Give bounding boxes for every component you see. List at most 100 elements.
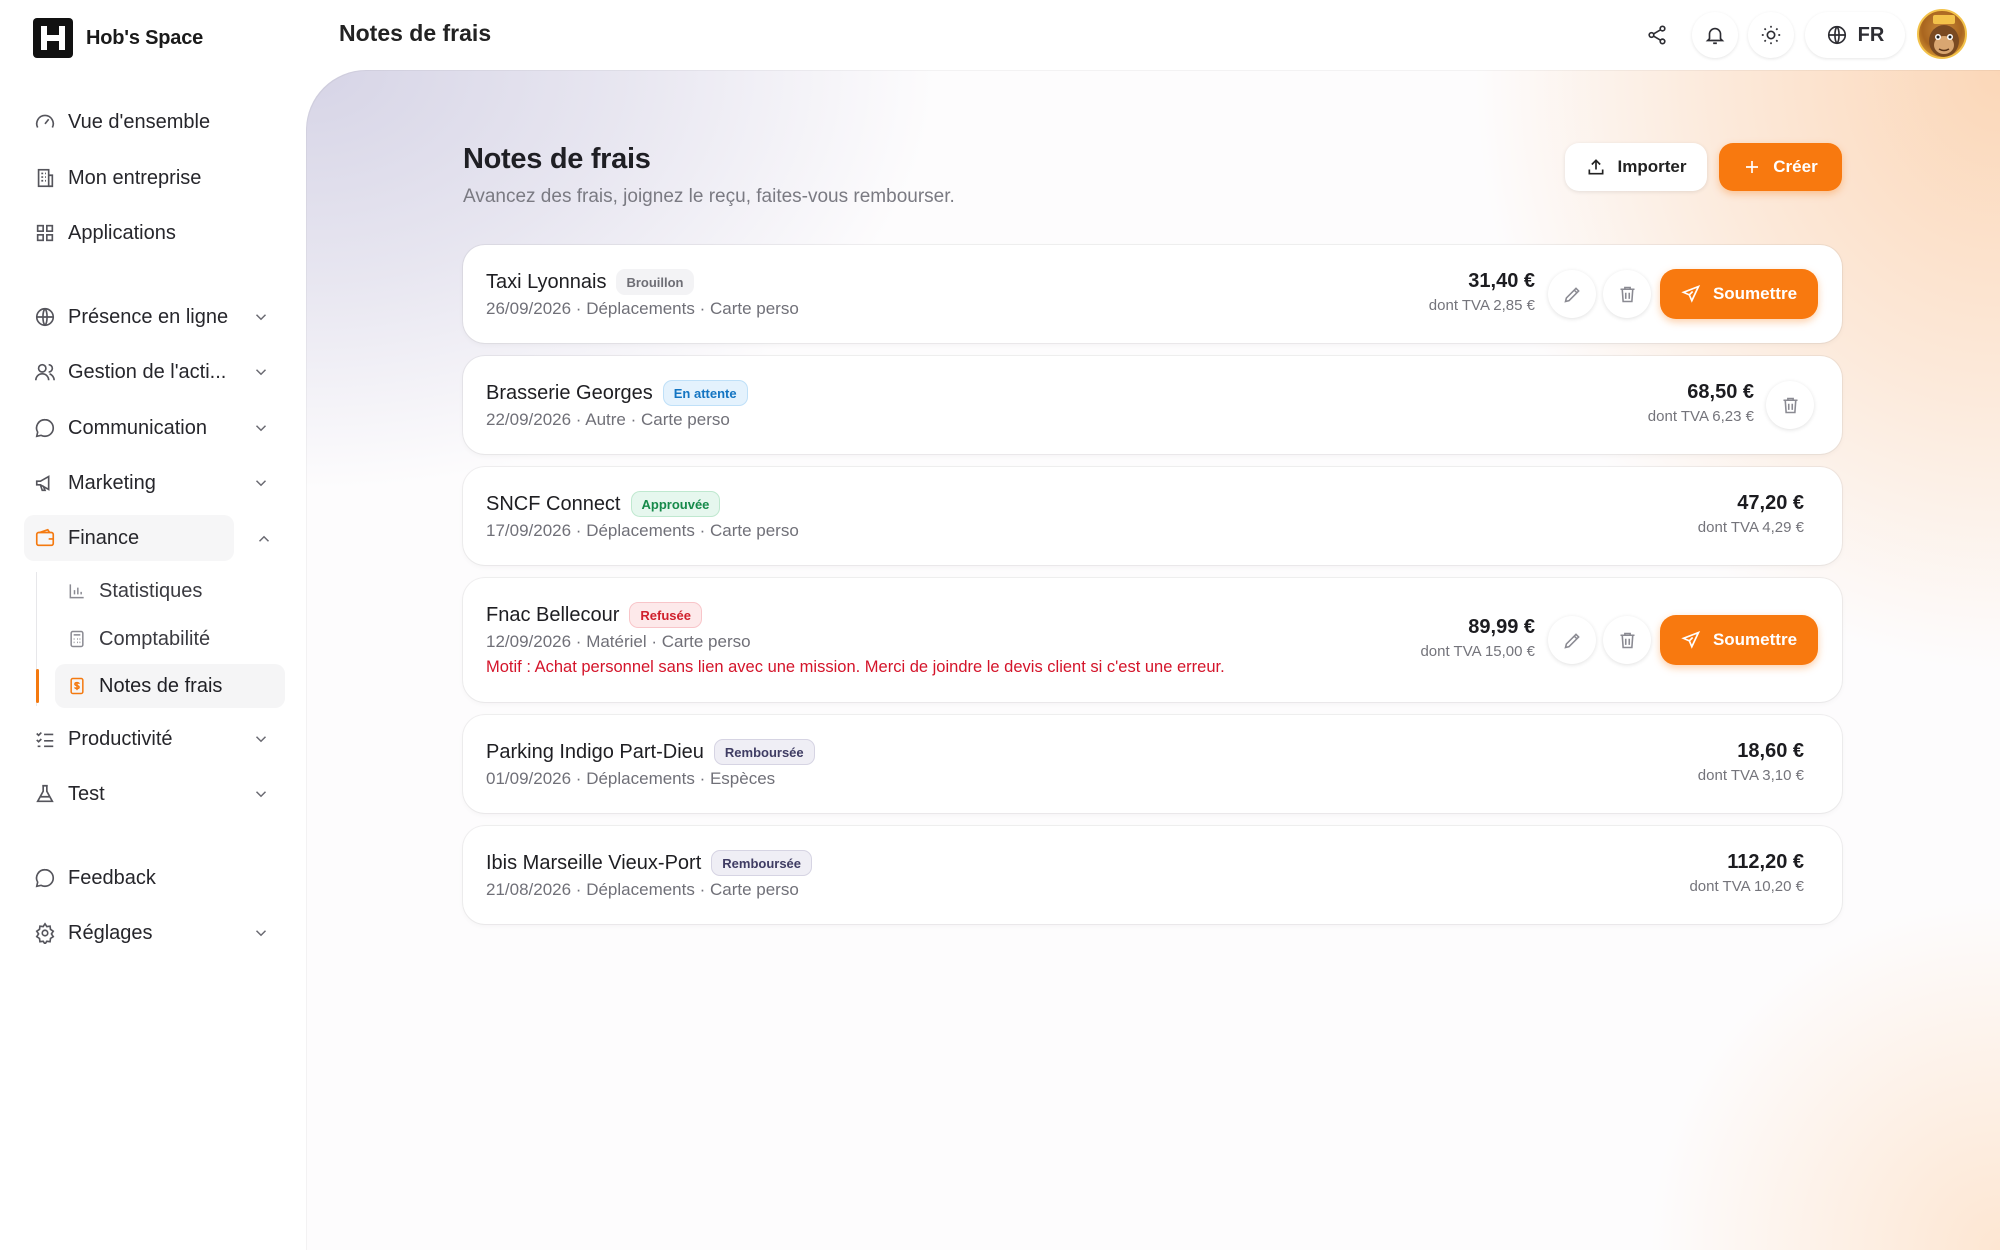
sidebar-item-label: Marketing [68,471,156,494]
expense-meta: 17/09/2026 · Déplacements · Carte perso [486,521,799,540]
submit-button[interactable]: Soumettre [1660,615,1818,665]
expense-tva: dont TVA 15,00 € [1420,643,1535,660]
pencil-icon [1563,632,1580,649]
avatar[interactable] [1917,9,1967,59]
submit-label: Soumettre [1712,284,1798,303]
sidebar-subitem-accounting[interactable]: Comptabilité [55,617,285,661]
delete-button[interactable] [1603,270,1651,318]
trash-icon [1620,286,1634,302]
expense-merchant: Fnac Bellecour [486,603,620,626]
import-button[interactable]: Importer [1565,143,1707,191]
status-badge: Remboursée [713,739,815,765]
chat-icon [35,868,54,888]
sidebar-subitem-label: Notes de frais [99,674,223,697]
expense-merchant: Ibis Marseille Vieux-Port [486,851,702,874]
pencil-icon [1563,286,1580,303]
users-icon [35,363,55,381]
expense-amount: 112,20 € dont TVA 10,20 € [1689,851,1804,895]
expense-card[interactable]: Brasserie Georges En attente 22/09/2026 … [463,356,1842,454]
sidebar-item-finance[interactable]: Finance [24,515,234,561]
sidebar-item-label: Mon entreprise [68,166,202,189]
gear-icon [35,922,55,944]
expense-tva: dont TVA 6,23 € [1647,408,1754,425]
brand[interactable]: Hob's Space [33,18,203,58]
sidebar-item-label: Applications [68,221,176,244]
sidebar-item-settings[interactable]: Réglages [24,910,284,956]
expense-merchant: SNCF Connect [486,492,621,515]
expense-amount: 31,40 € dont TVA 2,85 € [1429,270,1535,314]
receipt-icon [70,677,84,695]
sidebar-item-test[interactable]: Test [24,771,284,817]
sidebar-subitem-label: Comptabilité [99,627,211,650]
calculator-icon [70,630,84,648]
sidebar-item-company[interactable]: Mon entreprise [24,155,284,201]
expense-card[interactable]: Fnac Bellecour Refusée 12/09/2026 · Maté… [463,578,1842,702]
checklist-icon [36,731,54,748]
expense-meta: 12/09/2026 · Matériel · Carte perso [486,632,751,651]
expense-meta: 21/08/2026 · Déplacements · Carte perso [486,880,799,899]
chevron-down-icon [255,425,267,432]
expense-card[interactable]: Taxi Lyonnais Brouillon 26/09/2026 · Dép… [463,245,1842,343]
sidebar-item-productivity[interactable]: Productivité [24,716,284,762]
grid-icon [36,224,54,242]
sidebar-item-overview[interactable]: Vue d'ensemble [24,99,284,145]
sidebar-item-label: Gestion de l'acti... [68,360,227,383]
notifications-button[interactable] [1692,12,1738,58]
sidebar-subitem-statistics[interactable]: Statistiques [55,569,285,613]
sidebar-item-online-presence[interactable]: Présence en ligne [24,294,284,340]
sidebar-subitem-label: Statistiques [99,579,203,602]
sidebar-item-label: Test [68,782,105,805]
expense-card[interactable]: SNCF Connect Approuvée 17/09/2026 · Dépl… [463,467,1842,565]
chevron-down-icon [255,369,267,376]
sidebar-item-applications[interactable]: Applications [24,210,284,256]
bar-chart-icon [69,584,84,599]
share-icon [1648,25,1666,45]
chevron-up-icon[interactable] [255,530,273,548]
megaphone-icon [35,475,50,492]
edit-button[interactable] [1548,270,1596,318]
expense-amount: 68,50 € dont TVA 6,23 € [1648,381,1754,425]
building-icon [37,168,54,188]
globe-icon [35,307,55,327]
chevron-down-icon [255,480,267,487]
sidebar-item-label: Présence en ligne [68,305,229,328]
sidebar-item-communication[interactable]: Communication [24,405,284,451]
sidebar-item-marketing[interactable]: Marketing [24,460,284,506]
edit-button[interactable] [1548,616,1596,664]
sidebar-item-activity[interactable]: Gestion de l'acti... [24,349,284,395]
brand-logo-icon [33,18,73,58]
sidebar-item-feedback[interactable]: Feedback [24,855,284,901]
expense-amount: 18,60 € dont TVA 3,10 € [1698,740,1804,784]
topbar-title: Notes de frais [339,20,492,46]
expense-tva: dont TVA 4,29 € [1697,519,1804,536]
plus-icon [1746,161,1759,173]
expense-card[interactable]: Ibis Marseille Vieux-Port Remboursée 21/… [463,826,1842,924]
expense-total: 47,20 € [1737,492,1804,514]
expense-total: 68,50 € [1687,381,1754,403]
delete-button[interactable] [1766,381,1814,429]
sidebar-subitem-expenses[interactable]: Notes de frais [55,664,285,708]
sidebar-item-label: Feedback [68,866,156,889]
chevron-down-icon [255,791,267,798]
expense-card[interactable]: Parking Indigo Part-Dieu Remboursée 01/0… [463,715,1842,813]
expense-total: 18,60 € [1737,740,1804,762]
expense-amount: 47,20 € dont TVA 4,29 € [1698,492,1804,536]
expense-meta: 01/09/2026 · Déplacements · Espèces [486,769,776,788]
page-subtitle: Avancez des frais, joignez le reçu, fait… [463,186,955,207]
chevron-down-icon [255,930,267,937]
language-button[interactable]: FR [1805,12,1905,58]
expense-amount: 89,99 € dont TVA 15,00 € [1420,616,1535,660]
expense-meta: 26/09/2026 · Déplacements · Carte perso [486,299,799,318]
share-button[interactable] [1634,12,1680,58]
status-badge: Remboursée [711,850,813,876]
sun-icon [1761,25,1781,45]
submit-label: Soumettre [1712,630,1798,649]
theme-toggle-button[interactable] [1748,12,1794,58]
create-button[interactable]: Créer [1719,143,1842,191]
active-indicator [36,669,39,703]
expense-merchant: Parking Indigo Part-Dieu [486,740,704,763]
status-badge: En attente [662,380,748,406]
expense-merchant: Brasserie Georges [486,381,653,404]
delete-button[interactable] [1603,616,1651,664]
submit-button[interactable]: Soumettre [1660,269,1818,319]
